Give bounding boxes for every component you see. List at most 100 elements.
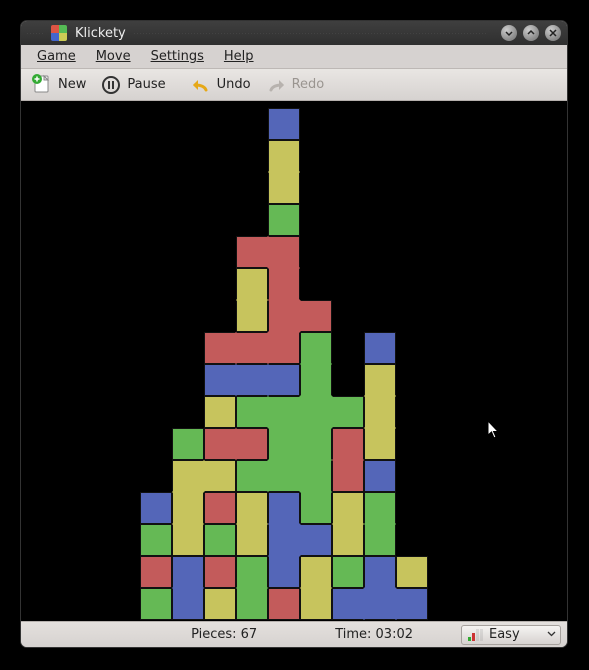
undo-button[interactable]: Undo (186, 72, 259, 98)
game-piece[interactable] (300, 428, 332, 460)
game-piece[interactable] (204, 332, 236, 364)
close-button[interactable] (545, 25, 561, 41)
maximize-button[interactable] (523, 25, 539, 41)
game-piece[interactable] (172, 460, 204, 492)
redo-button: Redo (261, 72, 333, 98)
game-piece[interactable] (364, 332, 396, 364)
game-piece[interactable] (172, 428, 204, 460)
game-piece[interactable] (300, 556, 332, 588)
toolbar: New Pause Undo (21, 69, 567, 101)
game-piece[interactable] (332, 588, 364, 620)
game-piece[interactable] (332, 460, 364, 492)
game-area[interactable] (21, 101, 567, 621)
game-piece[interactable] (172, 524, 204, 556)
game-piece[interactable] (300, 460, 332, 492)
chevron-down-icon (547, 629, 556, 641)
game-piece[interactable] (364, 428, 396, 460)
game-piece[interactable] (268, 460, 300, 492)
game-piece[interactable] (268, 204, 300, 236)
game-piece[interactable] (300, 332, 332, 364)
game-piece[interactable] (332, 428, 364, 460)
redo-icon (265, 74, 287, 96)
new-label: New (58, 77, 86, 92)
pause-button[interactable]: Pause (96, 72, 173, 98)
time-elapsed: Time: 03:02 (335, 627, 413, 642)
game-piece[interactable] (332, 556, 364, 588)
game-piece[interactable] (364, 556, 396, 588)
menu-settings[interactable]: Settings (141, 46, 214, 67)
game-piece[interactable] (204, 556, 236, 588)
game-piece[interactable] (268, 108, 300, 140)
game-piece[interactable] (300, 492, 332, 524)
game-piece[interactable] (236, 236, 268, 268)
game-piece[interactable] (364, 588, 396, 620)
game-piece[interactable] (300, 300, 332, 332)
game-piece[interactable] (396, 588, 428, 620)
game-piece[interactable] (268, 588, 300, 620)
game-piece[interactable] (236, 588, 268, 620)
game-piece[interactable] (268, 364, 300, 396)
game-piece[interactable] (364, 492, 396, 524)
difficulty-label: Easy (489, 627, 520, 642)
game-piece[interactable] (236, 428, 268, 460)
game-piece[interactable] (204, 428, 236, 460)
game-piece[interactable] (364, 524, 396, 556)
menu-help[interactable]: Help (214, 46, 264, 67)
game-piece[interactable] (332, 396, 364, 428)
game-piece[interactable] (364, 364, 396, 396)
game-piece[interactable] (140, 492, 172, 524)
game-piece[interactable] (236, 332, 268, 364)
game-piece[interactable] (172, 588, 204, 620)
game-piece[interactable] (268, 300, 300, 332)
game-piece[interactable] (300, 396, 332, 428)
game-piece[interactable] (364, 396, 396, 428)
menu-move[interactable]: Move (86, 46, 141, 67)
difficulty-selector[interactable]: Easy (461, 625, 561, 645)
minimize-button[interactable] (501, 25, 517, 41)
game-piece[interactable] (236, 492, 268, 524)
game-piece[interactable] (236, 396, 268, 428)
game-piece[interactable] (396, 556, 428, 588)
game-piece[interactable] (236, 556, 268, 588)
game-piece[interactable] (204, 588, 236, 620)
game-piece[interactable] (268, 172, 300, 204)
game-board[interactable] (140, 108, 460, 620)
menu-game[interactable]: Game (27, 46, 86, 67)
game-piece[interactable] (332, 524, 364, 556)
game-piece[interactable] (236, 300, 268, 332)
game-piece[interactable] (332, 492, 364, 524)
game-piece[interactable] (236, 524, 268, 556)
app-icon (51, 25, 67, 41)
game-piece[interactable] (204, 396, 236, 428)
game-piece[interactable] (300, 588, 332, 620)
statusbar: Pieces: 67 Time: 03:02 Easy (21, 621, 567, 647)
game-piece[interactable] (236, 460, 268, 492)
game-piece[interactable] (268, 428, 300, 460)
game-piece[interactable] (268, 556, 300, 588)
game-piece[interactable] (204, 492, 236, 524)
game-piece[interactable] (300, 364, 332, 396)
window-title: Klickety (73, 26, 126, 41)
new-button[interactable]: New (27, 72, 94, 98)
game-piece[interactable] (268, 396, 300, 428)
game-piece[interactable] (204, 524, 236, 556)
new-icon (31, 74, 53, 96)
game-piece[interactable] (268, 268, 300, 300)
game-piece[interactable] (140, 524, 172, 556)
game-piece[interactable] (204, 364, 236, 396)
game-piece[interactable] (268, 492, 300, 524)
game-piece[interactable] (268, 524, 300, 556)
titlebar[interactable]: Klickety (21, 21, 567, 45)
game-piece[interactable] (140, 588, 172, 620)
game-piece[interactable] (300, 524, 332, 556)
game-piece[interactable] (204, 460, 236, 492)
game-piece[interactable] (364, 460, 396, 492)
game-piece[interactable] (172, 492, 204, 524)
game-piece[interactable] (172, 556, 204, 588)
game-piece[interactable] (236, 268, 268, 300)
game-piece[interactable] (268, 332, 300, 364)
game-piece[interactable] (268, 140, 300, 172)
game-piece[interactable] (268, 236, 300, 268)
game-piece[interactable] (236, 364, 268, 396)
game-piece[interactable] (140, 556, 172, 588)
